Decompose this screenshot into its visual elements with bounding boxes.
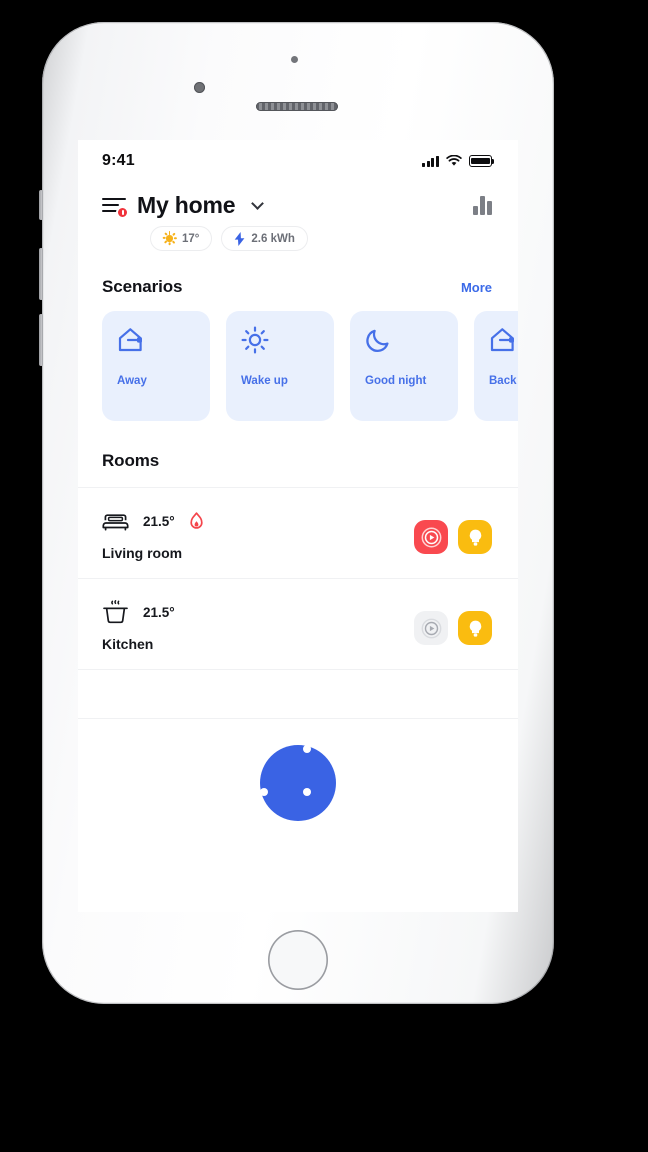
hamburger-menu-icon[interactable] — [102, 197, 129, 219]
room-info: 21.5° Living room — [102, 508, 204, 561]
front-camera-icon — [194, 82, 205, 93]
room-info: 21.5° Kitchen — [102, 599, 175, 652]
scenario-label: Away — [117, 375, 147, 387]
flame-icon — [190, 511, 203, 529]
app-header: My home — [78, 182, 518, 219]
room-summary: 21.5° — [102, 508, 204, 534]
room-name: Kitchen — [102, 636, 154, 652]
scenario-label: Good night — [365, 375, 427, 387]
energy-chip-label: 2.6 kWh — [251, 232, 295, 245]
media-play-icon[interactable] — [414, 611, 448, 645]
weather-chip-label: 17° — [182, 232, 200, 245]
sun-icon — [241, 326, 269, 354]
scenarios-title: Scenarios — [102, 277, 183, 296]
scenario-card-back[interactable]: Back — [474, 311, 518, 421]
sofa-icon — [102, 513, 129, 531]
app-screen: 9:41 My home 17° 2.6 kWh Scenarios More … — [78, 140, 518, 912]
fab-container — [78, 719, 518, 821]
alert-badge-icon — [116, 205, 129, 219]
mute-switch[interactable] — [39, 190, 43, 220]
bar-chart-icon[interactable] — [473, 196, 492, 215]
lightning-bolt-icon — [235, 231, 245, 246]
scenarios-section-header: Scenarios More — [78, 251, 518, 297]
page-title: My home — [137, 192, 236, 218]
room-row-placeholder — [78, 670, 518, 718]
house-leaving-icon — [118, 328, 142, 352]
scenarios-carousel[interactable]: Away Wake up Good night Back — [78, 297, 518, 421]
room-name: Living room — [102, 545, 183, 561]
earpiece-speaker-icon — [256, 102, 338, 111]
light-bulb-icon[interactable] — [458, 520, 492, 554]
room-temperature: 21.5° — [143, 604, 175, 620]
status-bar: 9:41 — [78, 140, 518, 182]
energy-chip[interactable]: 2.6 kWh — [221, 226, 308, 251]
summary-chips: 17° 2.6 kWh — [78, 219, 518, 251]
header-left-group: My home — [102, 192, 265, 219]
volume-down-button[interactable] — [39, 314, 43, 366]
screenshot-canvas: 9:41 My home 17° 2.6 kWh Scenarios More … — [0, 0, 648, 1152]
media-play-icon[interactable] — [414, 520, 448, 554]
grid-dots-icon[interactable] — [260, 745, 336, 821]
sun-icon — [162, 231, 177, 246]
scenario-card-wake-up[interactable]: Wake up — [226, 311, 334, 421]
room-actions — [414, 520, 492, 554]
home-button-icon[interactable] — [268, 930, 328, 990]
room-temperature: 21.5° — [143, 513, 175, 529]
room-row-kitchen[interactable]: 21.5° Kitchen — [78, 579, 518, 669]
proximity-sensor-icon — [291, 56, 298, 63]
scenario-card-good-night[interactable]: Good night — [350, 311, 458, 421]
status-bar-indicators — [422, 155, 495, 167]
house-arriving-icon — [490, 328, 514, 352]
rooms-section-header: Rooms — [78, 421, 518, 487]
room-summary: 21.5° — [102, 599, 175, 625]
phone-device-frame: 9:41 My home 17° 2.6 kWh Scenarios More … — [39, 22, 554, 1004]
scenario-label: Back — [489, 375, 517, 387]
scenario-card-away[interactable]: Away — [102, 311, 210, 421]
chevron-down-icon[interactable] — [251, 196, 265, 210]
volume-up-button[interactable] — [39, 248, 43, 300]
wifi-icon — [446, 155, 462, 166]
status-bar-time: 9:41 — [102, 152, 135, 169]
battery-full-icon — [469, 155, 495, 167]
rooms-title: Rooms — [102, 451, 160, 470]
weather-chip[interactable]: 17° — [150, 226, 213, 251]
scenarios-more-link[interactable]: More — [461, 280, 492, 295]
cellular-signal-icon — [422, 155, 439, 167]
light-bulb-icon[interactable] — [458, 611, 492, 645]
moon-icon — [366, 329, 389, 352]
room-row-living-room[interactable]: 21.5° Living room — [78, 488, 518, 578]
room-actions — [414, 611, 492, 645]
scenario-label: Wake up — [241, 375, 288, 387]
cooking-pot-icon — [103, 600, 128, 624]
